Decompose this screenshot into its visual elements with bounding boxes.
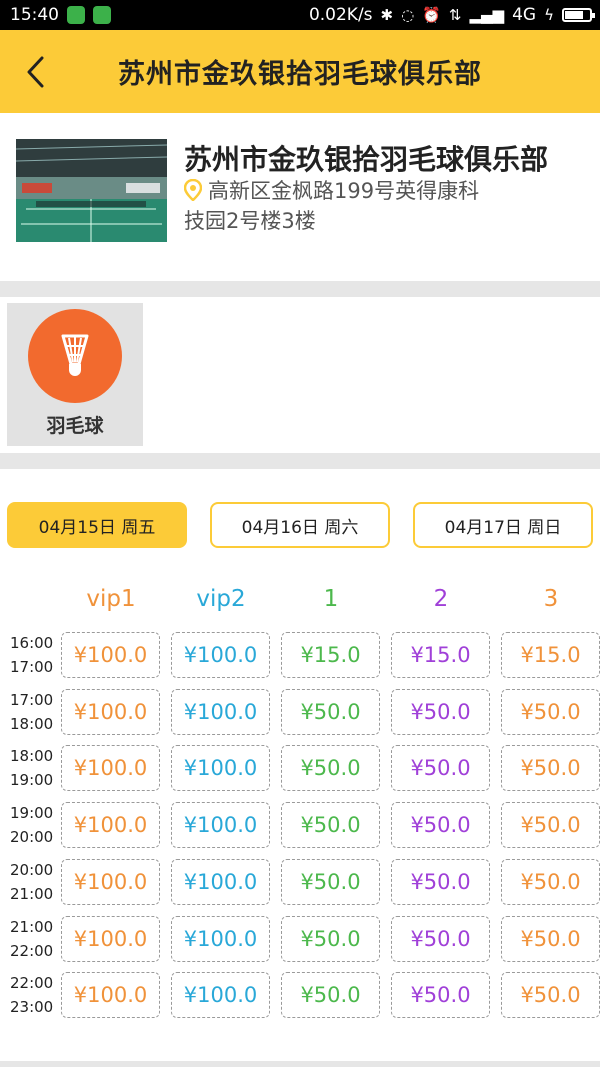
date-tab-3[interactable]: 04月17日 周日 <box>413 502 593 548</box>
location-pin-icon <box>183 178 203 208</box>
court-header: 1 <box>323 586 339 612</box>
price-slot[interactable]: ¥100.0 <box>171 745 270 792</box>
time-slot-label: 19:00 20:00 <box>10 801 58 849</box>
time-start: 19:00 <box>10 804 54 823</box>
time-start: 18:00 <box>10 747 54 766</box>
time-slot-label: 16:00 17:00 <box>10 631 58 679</box>
sport-selector: 羽毛球 <box>0 297 600 453</box>
price-slot[interactable]: ¥50.0 <box>501 745 600 792</box>
price-slot[interactable]: ¥50.0 <box>391 972 490 1019</box>
time-start: 21:00 <box>10 917 54 936</box>
price-slot[interactable]: ¥100.0 <box>171 915 270 962</box>
data-transfer-icon: ⇅ <box>448 6 462 24</box>
mute-icon: ◌ <box>401 6 415 24</box>
time-end: 17:00 <box>10 658 54 676</box>
time-slot-label: 17:00 18:00 <box>10 688 58 736</box>
price-slot[interactable]: ¥50.0 <box>281 858 380 905</box>
page-title: 苏州市金玖银拾羽毛球俱乐部 <box>118 59 482 90</box>
time-start: 22:00 <box>10 974 54 993</box>
section-divider <box>0 453 600 469</box>
court-header: 2 <box>433 586 449 612</box>
time-end: 23:00 <box>10 998 54 1017</box>
date-tab-2[interactable]: 04月16日 周六 <box>210 502 390 548</box>
time-start: 16:00 <box>10 634 54 652</box>
price-slot[interactable]: ¥100.0 <box>171 972 270 1019</box>
back-button[interactable] <box>18 52 54 92</box>
price-slot[interactable]: ¥100.0 <box>61 915 160 962</box>
price-slot[interactable]: ¥50.0 <box>281 802 380 849</box>
network-speed: 0.02K/s <box>308 5 373 25</box>
bottom-divider <box>0 1061 600 1067</box>
price-slot[interactable]: ¥50.0 <box>391 858 490 905</box>
price-slot[interactable]: ¥50.0 <box>391 915 490 962</box>
venue-address-line1: 高新区金枫路199号英得康科 <box>208 179 480 203</box>
date-tabs: 04月15日 周五 04月16日 周六 04月17日 周日 <box>0 469 600 569</box>
price-slot[interactable]: ¥15.0 <box>281 632 380 678</box>
alarm-icon: ⏰ <box>422 6 441 24</box>
price-slot[interactable]: ¥100.0 <box>171 802 270 849</box>
price-slot[interactable]: ¥15.0 <box>391 632 490 678</box>
price-slot[interactable]: ¥50.0 <box>281 915 380 962</box>
price-slot[interactable]: ¥50.0 <box>281 745 380 792</box>
time-end: 20:00 <box>10 828 54 847</box>
price-slot[interactable]: ¥50.0 <box>501 688 600 735</box>
bluetooth-icon: ✱ <box>380 6 394 24</box>
price-slot[interactable]: ¥50.0 <box>501 915 600 962</box>
network-type: 4G <box>512 5 537 25</box>
notification-app-icon <box>93 6 111 24</box>
price-slot[interactable]: ¥50.0 <box>281 972 380 1019</box>
sport-tile-badminton[interactable]: 羽毛球 <box>7 303 143 446</box>
price-slot[interactable]: ¥50.0 <box>501 858 600 905</box>
venue-address: 高新区金枫路199号英得康科 技园2号楼3楼 <box>183 178 554 235</box>
price-slot[interactable]: ¥50.0 <box>501 802 600 849</box>
time-start: 17:00 <box>10 690 54 709</box>
sport-label: 羽毛球 <box>46 415 104 437</box>
court-header: vip2 <box>196 586 246 612</box>
price-slot[interactable]: ¥100.0 <box>61 972 160 1019</box>
price-slot[interactable]: ¥100.0 <box>61 632 160 678</box>
price-slot[interactable]: ¥100.0 <box>61 858 160 905</box>
price-slot[interactable]: ¥100.0 <box>61 745 160 792</box>
time-end: 21:00 <box>10 884 54 903</box>
status-time: 15:40 <box>10 5 59 25</box>
price-slot[interactable]: ¥15.0 <box>501 632 600 678</box>
time-start: 20:00 <box>10 860 54 879</box>
time-end: 22:00 <box>10 941 54 960</box>
price-slot[interactable]: ¥100.0 <box>171 858 270 905</box>
price-slot[interactable]: ¥50.0 <box>281 688 380 735</box>
app-header: 苏州市金玖银拾羽毛球俱乐部 <box>0 30 600 113</box>
time-end: 18:00 <box>10 714 54 733</box>
time-slot-label: 18:00 19:00 <box>10 744 58 792</box>
status-bar: 15:40 0.02K/s ✱ ◌ ⏰ ⇅ ▂▄▆ 4G ϟ <box>0 0 600 30</box>
wechat-icon <box>67 6 85 24</box>
price-slot[interactable]: ¥50.0 <box>391 802 490 849</box>
time-slot-label: 21:00 22:00 <box>10 915 58 963</box>
price-slot[interactable]: ¥100.0 <box>61 688 160 735</box>
date-tab-1[interactable]: 04月15日 周五 <box>7 502 187 548</box>
price-slot[interactable]: ¥100.0 <box>171 688 270 735</box>
section-divider <box>0 281 600 297</box>
time-end: 19:00 <box>10 771 54 790</box>
price-slot[interactable]: ¥100.0 <box>171 632 270 678</box>
charging-icon: ϟ <box>544 6 554 24</box>
signal-icon: ▂▄▆ <box>469 6 505 24</box>
time-slot-label: 20:00 21:00 <box>10 858 58 906</box>
price-slot[interactable]: ¥50.0 <box>501 972 600 1019</box>
shuttlecock-icon <box>28 309 122 403</box>
court-header: vip1 <box>86 586 136 612</box>
court-header: 3 <box>543 586 559 612</box>
venue-name: 苏州市金玖银拾羽毛球俱乐部 <box>184 143 549 176</box>
venue-photo <box>16 139 167 242</box>
venue-address-line2: 技园2号楼3楼 <box>184 209 316 233</box>
battery-icon <box>562 8 595 22</box>
price-slot[interactable]: ¥50.0 <box>391 688 490 735</box>
time-slot-label: 22:00 23:00 <box>10 971 58 1019</box>
price-slot[interactable]: ¥50.0 <box>391 745 490 792</box>
chevron-left-icon <box>27 56 44 88</box>
price-slot[interactable]: ¥100.0 <box>61 802 160 849</box>
